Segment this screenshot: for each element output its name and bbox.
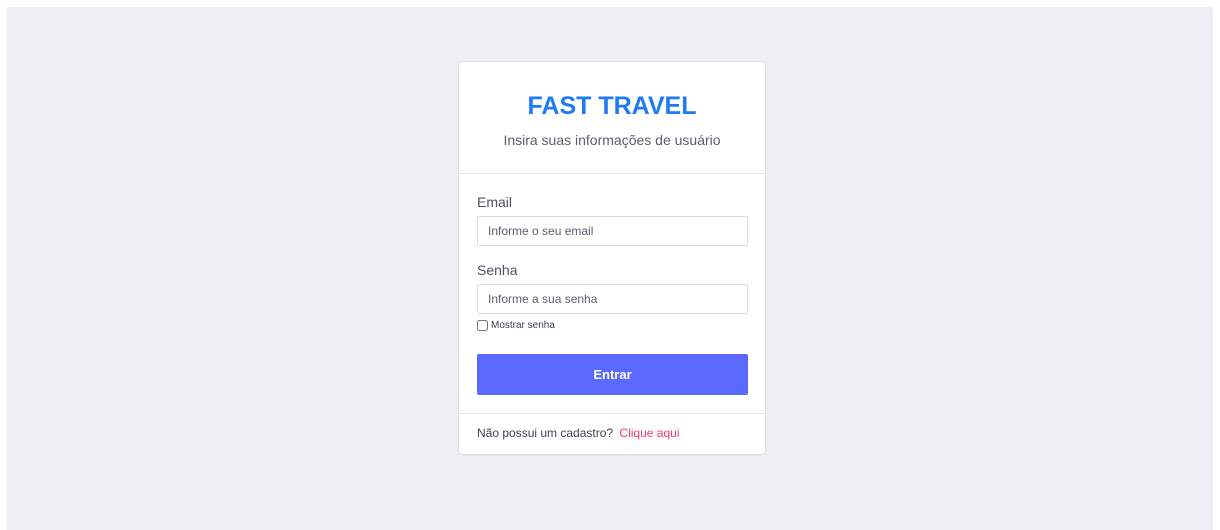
brand-title: FAST TRAVEL <box>527 92 697 120</box>
login-card: FAST TRAVEL Insira suas informações de u… <box>459 62 765 454</box>
login-form: Email Senha Mostrar senha Entrar <box>459 174 765 414</box>
signup-link[interactable]: Clique aqui <box>619 426 679 440</box>
login-card-header: FAST TRAVEL Insira suas informações de u… <box>459 62 765 174</box>
login-button[interactable]: Entrar <box>477 354 748 395</box>
show-password-toggle[interactable]: Mostrar senha <box>477 320 555 331</box>
password-input[interactable] <box>477 284 748 314</box>
signup-prompt: Não possui um cadastro? Clique aqui <box>477 426 679 440</box>
signup-prompt-text: Não possui um cadastro? <box>477 426 614 440</box>
login-subtitle: Insira suas informações de usuário <box>503 132 721 148</box>
show-password-label: Mostrar senha <box>491 320 555 331</box>
password-label: Senha <box>477 262 518 278</box>
page-background: FAST TRAVEL Insira suas informações de u… <box>7 7 1213 530</box>
show-password-checkbox[interactable] <box>477 320 488 331</box>
email-label: Email <box>477 194 513 210</box>
email-input[interactable] <box>477 216 748 246</box>
login-card-footer: Não possui um cadastro? Clique aqui <box>459 414 765 453</box>
